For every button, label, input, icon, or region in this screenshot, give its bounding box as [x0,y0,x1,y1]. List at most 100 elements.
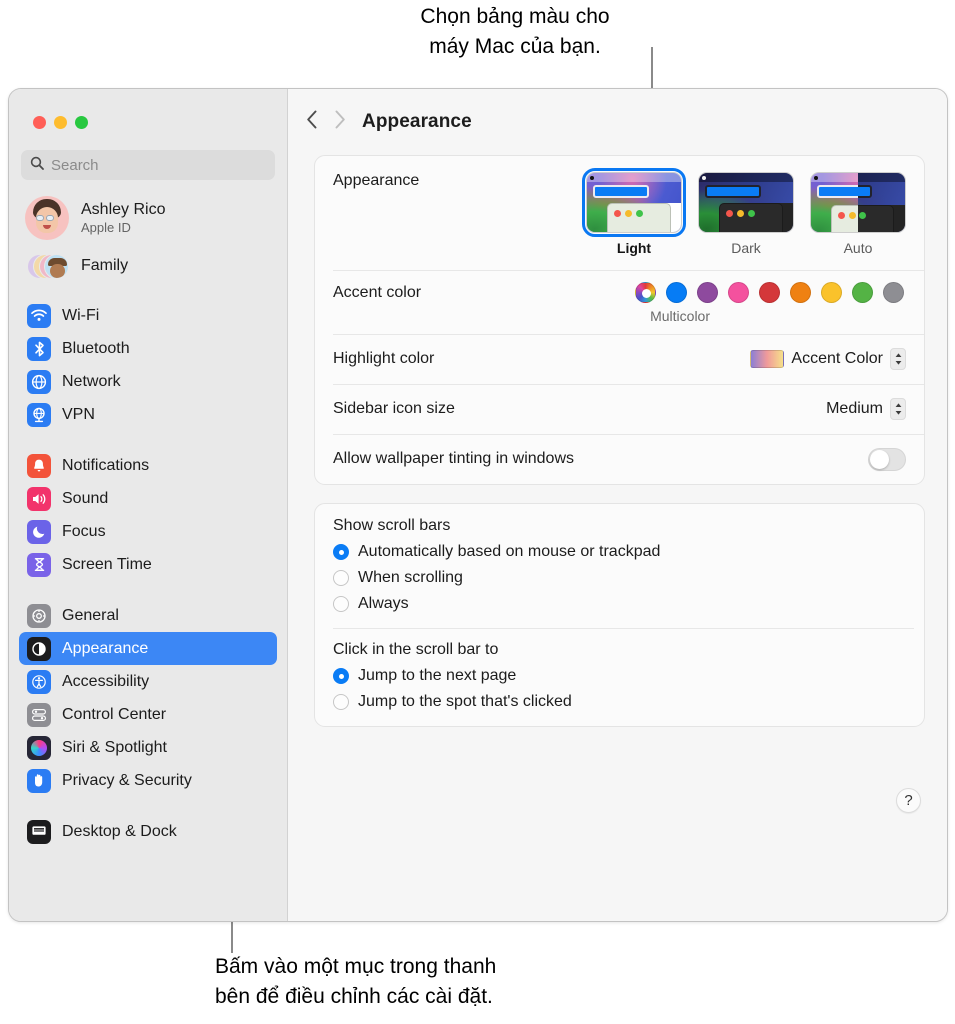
radio-option-automatically[interactable]: Automatically based on mouse or trackpad [333,539,906,565]
radio-option-jump-to-spot[interactable]: Jump to the spot that's clicked [333,689,906,715]
back-button[interactable] [306,110,318,134]
sidebar-group-desktop: Desktop & Dock [19,815,277,848]
radio-label: Automatically based on mouse or trackpad [358,543,661,560]
control-center-icon [27,702,51,727]
radio-option-when-scrolling[interactable]: When scrolling [333,565,906,591]
radio-button[interactable] [333,596,349,612]
close-button[interactable] [33,116,46,129]
sidebar-item-siri-and-spotlight[interactable]: Siri & Spotlight [19,731,277,764]
sidebar-item-bluetooth[interactable]: Bluetooth [19,332,277,365]
appearance-option-auto[interactable]: Auto [810,172,906,256]
sidebar-icon-size-dropdown[interactable]: Medium [826,398,906,420]
sidebar-item-label: Bluetooth [62,339,130,357]
highlight-color-dropdown[interactable]: Accent Color [750,348,906,370]
toolbar: Appearance [288,89,947,155]
sidebar-item-label: Appearance [62,639,149,657]
sidebar-item-label: Siri & Spotlight [62,738,167,756]
screenshot-stage: Chọn bảng màu cho máy Mac của bạn. Bấm v… [0,0,955,1024]
click-scroll-bar-title: Click in the scroll bar to [333,641,499,658]
show-scroll-bars-title: Show scroll bars [333,517,451,534]
appearance-option-light[interactable]: Light [581,167,687,256]
minimize-button[interactable] [54,116,67,129]
sidebar-item-desktop-and-dock[interactable]: Desktop & Dock [19,815,277,848]
sidebar-item-screen-time[interactable]: Screen Time [19,548,277,581]
sidebar-item-label: Focus [62,522,106,540]
accent-swatch-red[interactable] [759,282,780,303]
sidebar-item-family[interactable]: Family [19,240,277,281]
callout-bottom-text: Bấm vào một mục trong thanh bên để điều … [215,955,497,1008]
sidebar-icon-size-label: Sidebar icon size [333,400,455,417]
accessibility-icon [27,669,51,694]
sidebar-item-label: VPN [62,405,95,423]
accent-swatch-yellow[interactable] [821,282,842,303]
sidebar-item-sound[interactable]: Sound [19,482,277,515]
auto-theme-preview [810,172,906,233]
accent-swatch-purple[interactable] [697,282,718,303]
search-placeholder: Search [51,156,99,174]
accent-swatch-graphite[interactable] [883,282,904,303]
radio-option-jump-next-page[interactable]: Jump to the next page [333,663,906,689]
radio-label: Jump to the spot that's clicked [358,693,572,710]
appearance-option-dark[interactable]: Dark [698,172,794,256]
sidebar-item-control-center[interactable]: Control Center [19,698,277,731]
sidebar-item-label: Screen Time [62,555,152,573]
window-traffic-lights [19,89,277,129]
sidebar-item-privacy-and-security[interactable]: Privacy & Security [19,764,277,797]
sidebar-item-appearance[interactable]: Appearance [19,632,277,665]
wallpaper-tinting-toggle[interactable] [868,447,906,471]
callout-top-text: Chọn bảng màu cho máy Mac của bạn. [420,5,610,58]
sidebar-item-accessibility[interactable]: Accessibility [19,665,277,698]
appearance-settings-card: Appearance Light Dark Auto Accent color … [314,155,925,485]
search-icon [30,156,44,175]
appearance-options: Light Dark Auto [581,167,906,256]
zoom-button[interactable] [75,116,88,129]
radio-button[interactable] [333,694,349,710]
sidebar-item-label: Notifications [62,456,150,474]
sidebar-item-label: Privacy & Security [62,771,192,789]
sidebar-item-label: Accessibility [62,672,150,690]
accent-swatch-pink[interactable] [728,282,749,303]
sidebar-item-label: Control Center [62,705,167,723]
sidebar-item-vpn[interactable]: VPN [19,398,277,431]
sidebar-item-network[interactable]: Network [19,365,277,398]
forward-button[interactable] [334,110,346,134]
sidebar-icon-size-value: Medium [826,400,883,417]
sidebar-item-general[interactable]: General [19,599,277,632]
sidebar-icon-size-row: Sidebar icon size Medium [315,384,924,434]
accent-swatch-blue[interactable] [666,282,687,303]
chevron-up-down-icon[interactable] [890,398,906,420]
accent-swatch-multicolor[interactable] [635,282,656,303]
appearance-option-label: Dark [731,240,761,256]
appearance-option-label: Auto [843,240,873,256]
avatar [25,196,69,240]
radio-option-always[interactable]: Always [333,591,906,617]
wallpaper-tinting-row: Allow wallpaper tinting in windows [315,434,924,484]
sidebar-item-label: General [62,606,119,624]
radio-label: Jump to the next page [358,667,517,684]
speaker-icon [27,486,51,511]
wallpaper-tinting-label: Allow wallpaper tinting in windows [333,450,575,467]
highlight-color-label: Highlight color [333,350,435,367]
profile-subtitle: Apple ID [81,220,131,235]
sidebar-item-focus[interactable]: Focus [19,515,277,548]
radio-button[interactable] [333,544,349,560]
light-theme-preview [581,167,687,238]
sidebar-group-system-alerts: Notifications Sound Focus Screen Time [19,449,277,581]
hourglass-icon [27,552,51,577]
radio-button[interactable] [333,668,349,684]
chevron-up-down-icon[interactable] [890,348,906,370]
sidebar-item-wi-fi[interactable]: Wi-Fi [19,299,277,332]
help-button[interactable]: ? [896,788,921,813]
apple-id-profile-row[interactable]: Ashley Rico Apple ID [19,180,277,240]
radio-button[interactable] [333,570,349,586]
accent-color-row: Accent color Multicolor [315,270,924,334]
contrast-icon [27,636,51,661]
sidebar-group-network: Wi-Fi Bluetooth Network VPN [19,299,277,431]
gear-icon [27,603,51,628]
accent-swatch-orange[interactable] [790,282,811,303]
accent-swatch-green[interactable] [852,282,873,303]
sidebar-item-notifications[interactable]: Notifications [19,449,277,482]
search-input[interactable]: Search [21,150,275,180]
accent-color-caption: Multicolor [650,308,710,324]
scroll-bar-settings-card: Show scroll bars Automatically based on … [314,503,925,727]
